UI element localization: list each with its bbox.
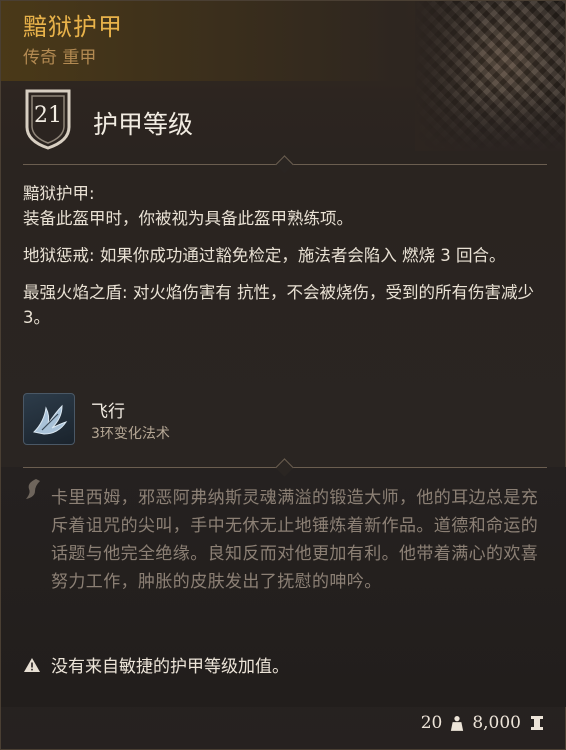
item-name: 黯狱护甲 <box>23 13 123 41</box>
flavor-text: 卡里西姆，邪恶阿弗纳斯灵魂满溢的锻造大师，他的耳边总是充斥着诅咒的尖叫，手中无休… <box>51 488 539 592</box>
armor-class-label: 护甲等级 <box>93 110 194 139</box>
warning-text: 没有来自敏捷的护甲等级加值。 <box>51 657 289 677</box>
property-text: 如果你成功通过豁免检定，施法者会陷入 燃烧 3 回合。 <box>99 246 506 265</box>
item-type: 重甲 <box>62 48 97 68</box>
armor-class-value: 21 <box>34 103 62 128</box>
wing-icon <box>23 393 75 445</box>
item-tooltip: 黯狱护甲 传奇 重甲 21 护甲等级 黯狱护甲: 装备此盔甲时，你被视为具备此盔… <box>0 0 566 750</box>
property-title: 最强火焰之盾: <box>23 283 128 302</box>
item-weight: 20 <box>420 713 443 733</box>
property-title: 地狱惩戒: <box>23 246 95 265</box>
item-properties: 黯狱护甲: 装备此盔甲时，你被视为具备此盔甲熟练项。 地狱惩戒: 如果你成功通过… <box>23 181 543 342</box>
item-portrait <box>415 1 565 151</box>
spell-level: 3环变化法术 <box>91 426 170 442</box>
item-rarity: 传奇 <box>23 48 57 68</box>
property-item: 最强火焰之盾: 对火焰伤害有 抗性，不会被烧伤，受到的所有伤害减少 3。 <box>23 280 543 330</box>
gold-coin-icon <box>531 716 543 730</box>
property-title: 黯狱护甲: <box>23 184 95 203</box>
weight-icon <box>451 716 464 731</box>
spell-entry[interactable]: 飞行 3环变化法术 <box>23 393 423 447</box>
divider-caret <box>275 155 294 174</box>
item-footer: 20 8,000 <box>421 708 545 738</box>
spell-name: 飞行 <box>91 402 125 422</box>
property-item: 地狱惩戒: 如果你成功通过豁免检定，施法者会陷入 燃烧 3 回合。 <box>23 243 543 268</box>
property-item: 黯狱护甲: 装备此盔甲时，你被视为具备此盔甲熟练项。 <box>23 181 543 231</box>
item-value: 8,000 <box>472 713 521 733</box>
warning-icon <box>24 658 40 672</box>
item-rarity-type: 传奇 重甲 <box>23 43 96 68</box>
warning-note: 没有来自敏捷的护甲等级加值。 <box>23 652 289 677</box>
property-text: 装备此盔甲时，你被视为具备此盔甲熟练项。 <box>23 209 353 228</box>
feather-icon <box>26 479 40 499</box>
